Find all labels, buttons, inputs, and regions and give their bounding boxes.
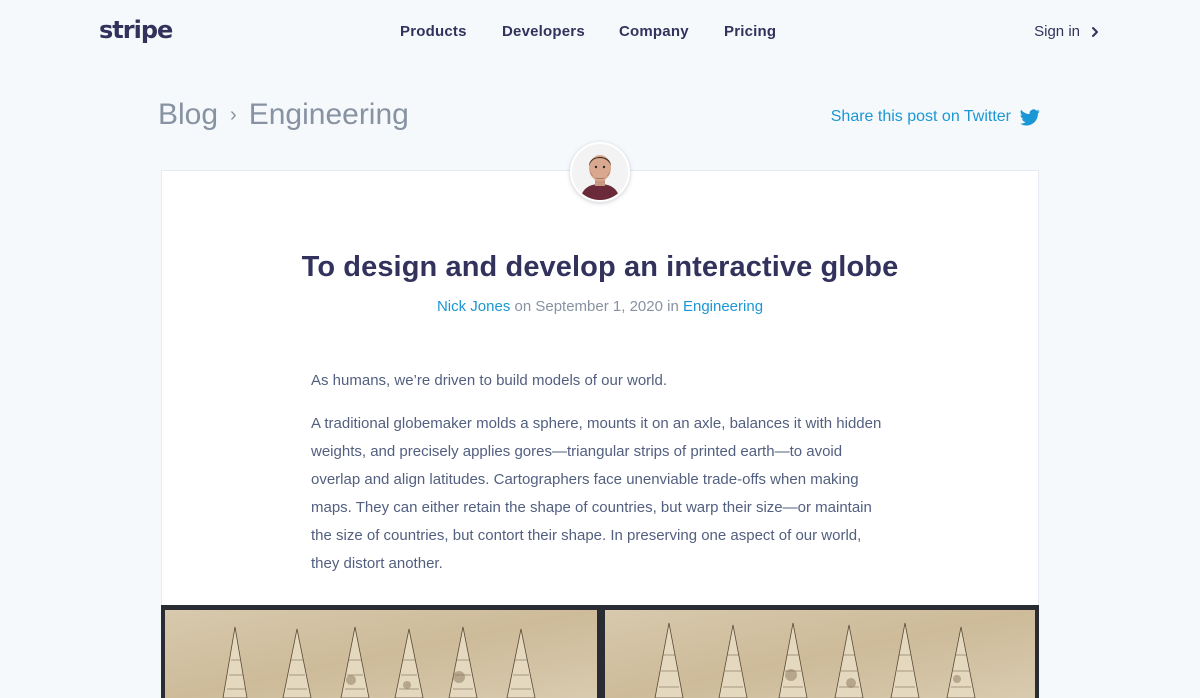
nav-pricing[interactable]: Pricing — [724, 23, 776, 40]
blog-page: stripe Products Developers Company Prici… — [0, 0, 1200, 698]
meta-on: on — [514, 298, 532, 315]
post-title: To design and develop an interactive glo… — [301, 251, 899, 283]
sign-in-label: Sign in — [1034, 23, 1080, 40]
main-nav: Products Developers Company Pricing — [0, 23, 1200, 43]
globe-gores-image — [161, 605, 1039, 698]
twitter-icon — [1020, 108, 1040, 125]
sign-in-link[interactable]: Sign in — [1034, 23, 1100, 40]
meta-in: in — [667, 298, 679, 315]
author-link[interactable]: Nick Jones — [437, 298, 510, 315]
chevron-right-icon — [1092, 26, 1098, 37]
paragraph: A traditional globemaker molds a sphere,… — [311, 415, 882, 572]
breadcrumb-separator: › — [230, 103, 237, 126]
nav-company[interactable]: Company — [619, 23, 689, 40]
globe-gores-illustration — [165, 610, 1035, 698]
breadcrumb-engineering[interactable]: Engineering — [249, 98, 409, 132]
post-date: September 1, 2020 — [535, 298, 663, 315]
paragraph: As humans, we’re driven to build models … — [311, 372, 668, 389]
breadcrumb-blog[interactable]: Blog — [158, 98, 218, 132]
post-meta: Nick Jones on September 1, 2020 in Engin… — [161, 298, 1039, 315]
share-twitter-link[interactable]: Share this post on Twitter — [831, 108, 1040, 126]
breadcrumb: Blog › Engineering — [158, 98, 409, 132]
author-avatar — [570, 142, 630, 202]
nav-developers[interactable]: Developers — [502, 23, 585, 40]
post-body: As humans, we’re driven to build models … — [311, 367, 891, 593]
category-link[interactable]: Engineering — [683, 298, 763, 315]
author-avatar-image — [572, 144, 628, 200]
nav-products[interactable]: Products — [400, 23, 467, 40]
share-label: Share this post on Twitter — [830, 108, 1011, 125]
